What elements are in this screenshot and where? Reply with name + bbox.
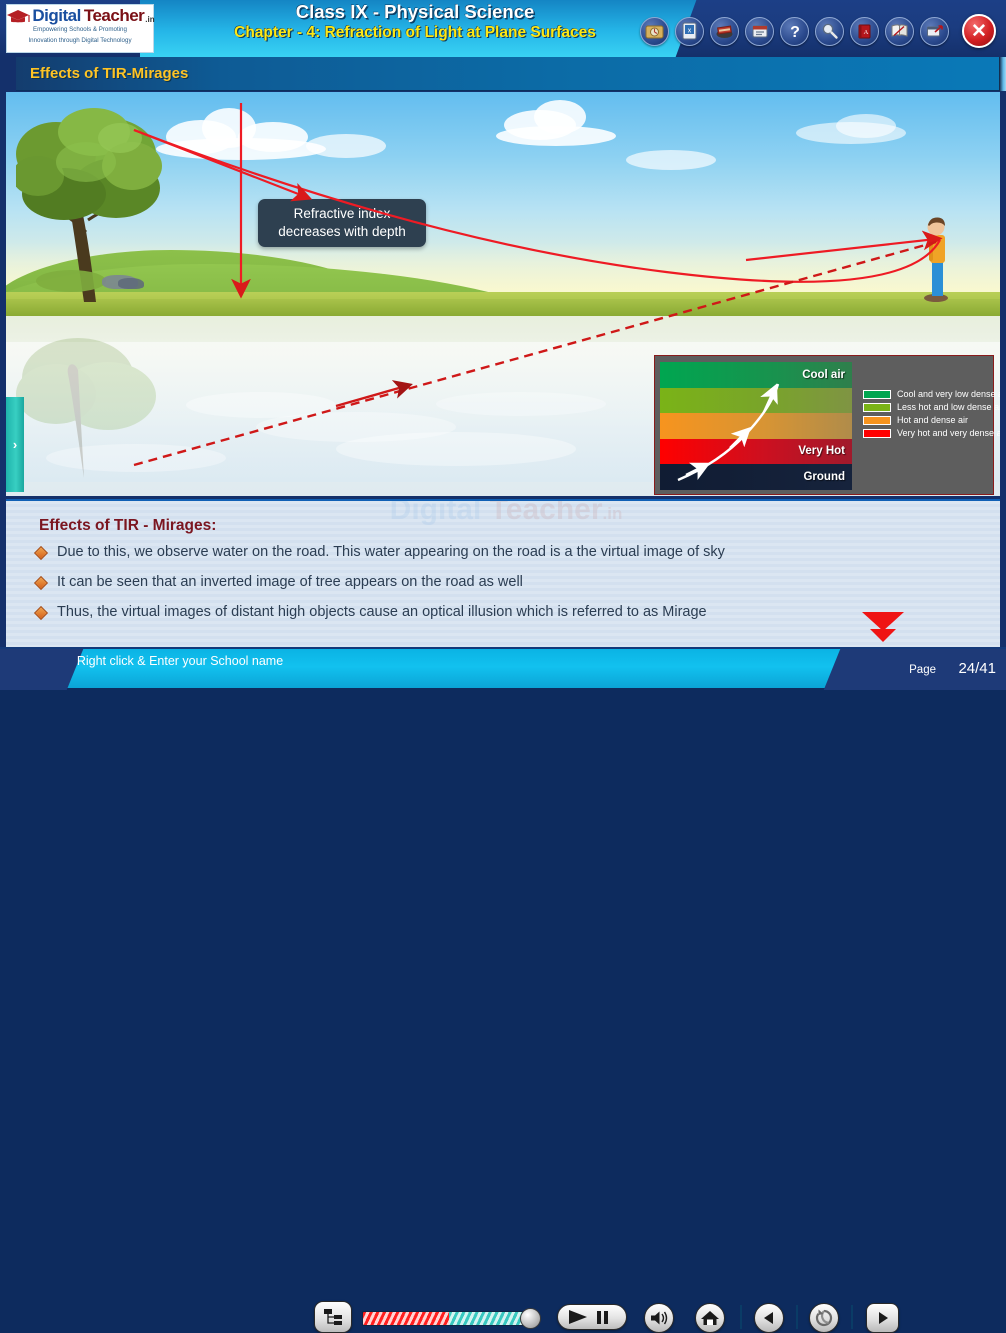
page-indicator: Page 24/41 bbox=[846, 649, 1006, 690]
legend-swatch bbox=[863, 415, 891, 425]
air-layer-bars: Cool air Very Hot Ground bbox=[660, 362, 852, 490]
refractive-index-callout: Refractive index decreases with depth bbox=[258, 199, 426, 247]
logo-tagline-line2: Innovation through Digital Technology bbox=[28, 36, 132, 44]
svg-text:?: ? bbox=[790, 24, 800, 41]
tree-reflection bbox=[16, 328, 196, 478]
home-button[interactable] bbox=[695, 1303, 725, 1333]
presentation-icon[interactable]: x bbox=[675, 16, 704, 46]
list-item: Thus, the virtual images of distant high… bbox=[33, 603, 966, 621]
legend-key-row: Hot and dense air bbox=[863, 415, 1000, 425]
observer-person bbox=[920, 217, 954, 303]
outline-button[interactable] bbox=[314, 1301, 352, 1333]
legend-key-label: Cool and very low dense air bbox=[897, 389, 1000, 399]
svg-text:x: x bbox=[688, 28, 692, 35]
list-item-text: Thus, the virtual images of distant high… bbox=[57, 604, 707, 621]
bookmark-icon[interactable] bbox=[885, 16, 914, 46]
legend-key-row: Cool and very low dense air bbox=[863, 389, 1000, 399]
illustration-scene: Refractive index decreases with depth Co… bbox=[6, 92, 1000, 496]
graduation-cap-icon bbox=[5, 9, 31, 24]
logo-tagline-line1: Empowering Schools & Promoting bbox=[33, 26, 127, 33]
legend-key-row: Very hot and very dense air bbox=[863, 428, 1000, 438]
page-number: 24/41 bbox=[958, 660, 996, 677]
cloud bbox=[496, 126, 616, 146]
cloud bbox=[836, 114, 896, 138]
watermark-part-a: Digital bbox=[389, 499, 482, 526]
bending-ray-path bbox=[677, 383, 780, 482]
gallery-icon[interactable] bbox=[640, 16, 669, 46]
section-bar-left-cap bbox=[0, 57, 16, 91]
next-button[interactable] bbox=[866, 1303, 899, 1333]
tree-illustration bbox=[12, 102, 196, 302]
play-pause-button[interactable] bbox=[557, 1304, 627, 1330]
external-window-icon[interactable] bbox=[920, 16, 949, 46]
air-density-legend-panel: Cool air Very Hot Ground Cool and very l… bbox=[654, 355, 1000, 495]
legend-swatch bbox=[863, 428, 891, 438]
help-icon[interactable]: ? bbox=[780, 16, 809, 46]
logo-text-secondary: Teacher bbox=[83, 6, 145, 25]
footer-divider bbox=[740, 1305, 742, 1329]
cloud bbox=[306, 134, 386, 158]
legend-key: Cool and very low dense air Less hot and… bbox=[863, 389, 1000, 441]
diamond-bullet-icon bbox=[33, 576, 49, 591]
legend-key-label: Hot and dense air bbox=[897, 415, 969, 425]
legend-key-label: Very hot and very dense air bbox=[897, 428, 1000, 438]
progress-slider-track[interactable] bbox=[362, 1311, 529, 1326]
progress-slider-handle[interactable] bbox=[520, 1308, 541, 1329]
cloud-reflection bbox=[336, 432, 576, 466]
content-heading: Effects of TIR - Mirages: bbox=[39, 517, 217, 534]
svg-text:A: A bbox=[864, 29, 869, 36]
footer-divider bbox=[796, 1305, 798, 1329]
scene-expand-tab[interactable]: › bbox=[6, 397, 24, 492]
diamond-bullet-icon bbox=[33, 606, 49, 621]
chapter-title: Chapter - 4: Refraction of Light at Plan… bbox=[234, 23, 596, 41]
footer-left-cap bbox=[0, 649, 62, 690]
dictionary-icon[interactable]: A bbox=[850, 16, 879, 46]
course-title: Class IX - Physical Science bbox=[295, 1, 535, 22]
legend-key-label: Less hot and low dense air bbox=[897, 402, 1000, 412]
refresh-button[interactable] bbox=[809, 1303, 839, 1333]
diamond-bullet-icon bbox=[33, 545, 49, 561]
header-toolbar: x ? A ✕ bbox=[640, 14, 996, 48]
watermark: Digital Teacher.in bbox=[206, 499, 806, 527]
list-item-text: Due to this, we observe water on the roa… bbox=[57, 544, 725, 560]
close-button[interactable]: ✕ bbox=[962, 14, 996, 48]
rock bbox=[118, 278, 144, 289]
logo-text-tld: .in bbox=[145, 15, 155, 24]
shrub bbox=[36, 270, 106, 292]
school-name-prompt[interactable]: Right click & Enter your School name bbox=[60, 653, 300, 670]
logo-text-primary: Digital bbox=[32, 6, 81, 25]
section-bar-right-cap bbox=[999, 57, 1006, 91]
section-title: Effects of TIR-Mirages bbox=[30, 65, 189, 82]
lesson-content-panel: Digital Teacher.in Effects of TIR - Mira… bbox=[6, 499, 1000, 647]
progress-slider-remaining bbox=[448, 1312, 528, 1325]
legend-key-row: Less hot and low dense air bbox=[863, 402, 1000, 412]
app-header: Digital Teacher .in Empowering Schools &… bbox=[0, 0, 1006, 57]
scroll-down-marker-small[interactable] bbox=[870, 629, 896, 642]
volume-button[interactable] bbox=[644, 1303, 674, 1333]
watermark-part-b: Teacher bbox=[481, 499, 603, 526]
watermark-part-c: .in bbox=[602, 504, 623, 523]
application-window: Digital Teacher .in Empowering Schools &… bbox=[0, 0, 1006, 1333]
list-item: It can be seen that an inverted image of… bbox=[33, 573, 966, 591]
legend-swatch bbox=[863, 402, 891, 412]
cloud-reflection bbox=[436, 392, 606, 416]
chalkboard-icon[interactable] bbox=[710, 16, 739, 46]
player-control-bar: Right click & Enter your School name Pag… bbox=[0, 647, 1006, 1333]
previous-button[interactable] bbox=[754, 1303, 784, 1333]
list-item-text: It can be seen that an inverted image of… bbox=[57, 574, 523, 591]
page-title: Class IX - Physical Science Chapter - 4:… bbox=[180, 1, 650, 41]
search-icon[interactable] bbox=[815, 16, 844, 46]
bullet-list: Due to this, we observe water on the roa… bbox=[33, 543, 966, 633]
legend-swatch bbox=[863, 389, 891, 399]
notes-icon[interactable] bbox=[745, 16, 774, 46]
cloud bbox=[626, 150, 716, 170]
footer-divider bbox=[851, 1305, 853, 1329]
list-item: Due to this, we observe water on the roa… bbox=[33, 543, 966, 561]
page-label: Page bbox=[909, 664, 936, 676]
logo-wordmark: Digital Teacher .in bbox=[5, 6, 155, 25]
brand-logo: Digital Teacher .in Empowering Schools &… bbox=[5, 4, 155, 53]
section-header-bar: Effects of TIR-Mirages bbox=[0, 57, 1006, 91]
